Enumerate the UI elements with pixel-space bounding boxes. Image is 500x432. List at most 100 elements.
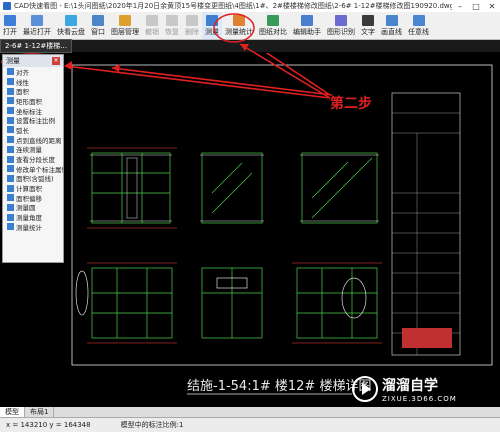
measure-tool-label: 测量角度: [16, 214, 42, 222]
toolbar-button-14[interactable]: 画直线: [378, 12, 405, 39]
window-title: CAD快速看图 - E:\1头问图纸\2020年1月20日余黄顶15号楼变更图纸…: [14, 2, 452, 10]
measure-tool-item[interactable]: 测量圆: [3, 203, 63, 213]
tab-layout1[interactable]: 布局1: [25, 407, 55, 417]
measure-tool-icon: [7, 97, 14, 105]
toolbar-button-13[interactable]: 文字: [358, 12, 378, 39]
watermark-url: ZIXUE.3D66.COM: [382, 395, 457, 403]
toolbar-icon: [206, 14, 218, 26]
toolbar-button-10[interactable]: 图纸对比: [256, 12, 290, 39]
measure-tool-item[interactable]: 对齐: [3, 67, 63, 77]
document-tab-bar: 2-6# 1-12#楼梯...: [0, 39, 500, 53]
toolbar-button-1[interactable]: 最近打开: [20, 12, 54, 39]
measure-tool-label: 对齐: [16, 68, 29, 77]
watermark-play-icon: [352, 376, 378, 402]
toolbar-label: 快看云盘: [57, 27, 85, 36]
toolbar-icon: [267, 14, 279, 26]
toolbar-icon: [362, 14, 374, 26]
tab-model[interactable]: 模型: [0, 407, 25, 417]
measure-tool-label: 线性: [16, 78, 29, 87]
measure-tool-label: 测量圆: [16, 204, 36, 213]
measure-tool-list: 对齐 线性 面积 矩形面积 坐标标注设置标注比例 弧长 点到直线的距离 连续测量 查看分段长度修…: [3, 67, 63, 232]
toolbar-button-9[interactable]: 测量统计: [222, 12, 256, 39]
measure-tool-item[interactable]: 测量角度: [3, 212, 63, 222]
cad-canvas[interactable]: 结施-1-54:1# 楼12# 楼梯详图: [62, 53, 500, 405]
toolbar-label: 图形识别: [327, 27, 355, 36]
measure-tool-item[interactable]: 面积: [3, 86, 63, 96]
watermark-name: 溜溜自学: [382, 378, 438, 394]
measure-tool-item[interactable]: 面积偏移: [3, 193, 63, 203]
measure-tool-icon: [7, 223, 14, 231]
toolbar-button-6[interactable]: 恢复: [162, 12, 182, 39]
measure-tool-item[interactable]: 计算面积: [3, 183, 63, 193]
toolbar-label: 删除: [185, 27, 199, 36]
measure-tool-item[interactable]: 连续测量: [3, 145, 63, 155]
measure-tool-item[interactable]: 设置标注比例: [3, 115, 63, 125]
measure-tool-icon: [7, 213, 14, 221]
panel-close-icon[interactable]: ✕: [52, 57, 60, 65]
toolbar-icon: [335, 14, 347, 26]
toolbar-icon: [412, 14, 425, 26]
coordinate-readout: x = 143210 y = 164348: [6, 421, 91, 429]
toolbar-button-8[interactable]: 测量: [202, 12, 222, 39]
toolbar-label: 测量: [205, 27, 219, 36]
toolbar-label: 画直线: [381, 27, 402, 36]
toolbar-icon: [186, 14, 198, 26]
measure-tool-label: 修改单个标注属性: [16, 165, 63, 174]
measure-tool-item[interactable]: 修改单个标注属性: [3, 164, 63, 174]
measure-tool-icon: [7, 116, 14, 124]
toolbar-icon: [301, 14, 313, 26]
toolbar-label: 恢复: [165, 27, 179, 36]
toolbar-label: 撤销: [145, 27, 159, 36]
measure-tool-icon: [7, 174, 14, 182]
toolbar-button-0[interactable]: 打开: [0, 12, 20, 39]
toolbar-label: 图层管理: [111, 27, 139, 36]
document-tab[interactable]: 2-6# 1-12#楼梯...: [0, 39, 72, 53]
measure-tool-label: 矩形面积: [16, 97, 42, 106]
measure-tool-item[interactable]: 点到直线的距离: [3, 135, 63, 145]
measure-tool-label: 弧长: [16, 126, 29, 135]
toolbar-icon: [65, 14, 77, 26]
toolbar-button-11[interactable]: 编辑助手: [290, 12, 324, 39]
measure-tool-item[interactable]: 线性: [3, 77, 63, 87]
measure-tool-item[interactable]: 面积(含弧线): [3, 174, 63, 184]
toolbar-button-3[interactable]: 窗口: [88, 12, 108, 39]
toolbar-button-7[interactable]: 删除: [182, 12, 202, 39]
measure-tool-item[interactable]: 查看分段长度: [3, 154, 63, 164]
measure-tool-icon: [7, 155, 14, 163]
toolbar-button-12[interactable]: 图形识别: [324, 12, 358, 39]
measure-tool-label: 面积: [16, 88, 29, 97]
toolbar-button-4[interactable]: 图层管理: [108, 12, 142, 39]
measure-tool-icon: [7, 68, 14, 76]
measure-panel-header: 测量 ✕: [3, 55, 63, 67]
measure-tool-icon: [7, 87, 14, 95]
toolbar-button-15[interactable]: 任意线: [405, 12, 432, 39]
measure-tool-item[interactable]: 测量统计: [3, 222, 63, 232]
measure-tool-label: 测量统计: [16, 223, 42, 232]
toolbar-icon: [146, 14, 158, 26]
close-icon[interactable]: ✕: [484, 2, 500, 11]
measure-tool-item[interactable]: 坐标标注: [3, 106, 63, 115]
measure-tool-label: 设置标注比例: [16, 117, 55, 126]
measure-tool-item[interactable]: 矩形面积: [3, 96, 63, 106]
measure-tool-item[interactable]: 弧长: [3, 125, 63, 135]
measure-tool-icon: [7, 184, 14, 192]
toolbar-icon: [119, 14, 131, 26]
measure-tool-label: 面积(含弧线): [16, 175, 54, 184]
measure-tool-icon: [7, 136, 14, 144]
measure-tool-label: 查看分段长度: [16, 156, 55, 164]
toolbar-icon: [4, 14, 16, 26]
toolbar-label: 最近打开: [23, 27, 51, 36]
maximize-icon[interactable]: □: [468, 2, 484, 11]
measure-panel-title: 测量: [6, 57, 20, 65]
toolbar-button-5[interactable]: 撤销: [142, 12, 162, 39]
status-bar: x = 143210 y = 164348 模型中的标注比例:1: [0, 417, 500, 432]
main-toolbar: 打开 最近打开 快看云盘 窗口 图层管理 撤销 恢复 删除 测量 测量统计 图纸对比 编辑助手 图形识别…: [0, 12, 500, 40]
toolbar-label: 文字: [361, 27, 375, 36]
toolbar-button-2[interactable]: 快看云盘: [54, 12, 88, 39]
toolbar-label: 打开: [3, 27, 17, 36]
drawing-title: 结施-1-54:1# 楼12# 楼梯详图: [187, 379, 371, 394]
minimize-icon[interactable]: –: [452, 2, 468, 11]
measure-tool-icon: [7, 165, 14, 173]
measure-tool-label: 连续测量: [16, 146, 42, 155]
toolbar-icon: [166, 14, 178, 26]
